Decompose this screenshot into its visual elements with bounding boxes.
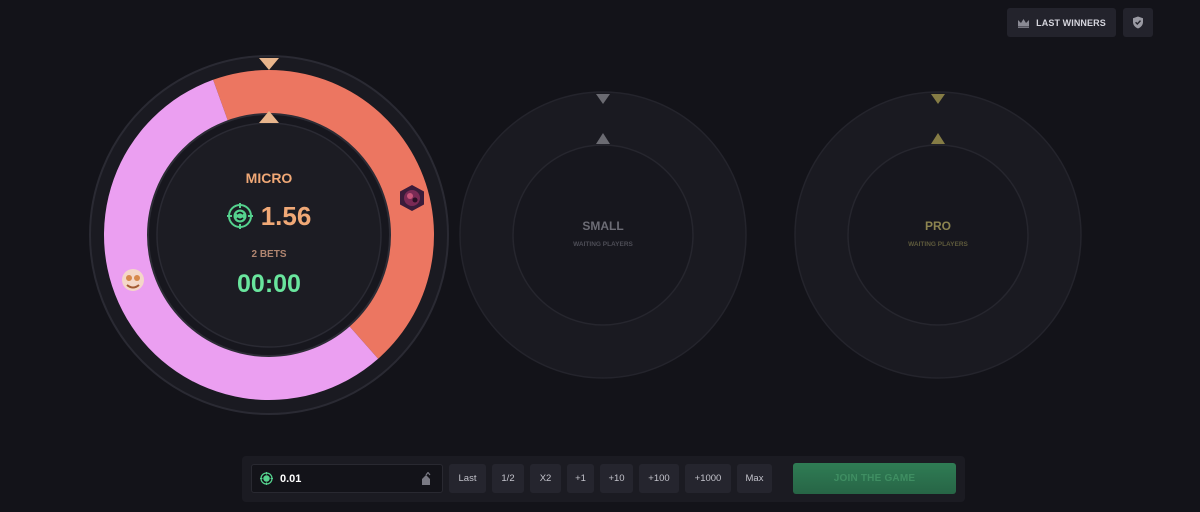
player-avatar-image bbox=[400, 185, 424, 211]
chip-half-button[interactable]: 1/2 bbox=[492, 464, 524, 493]
coins-icon bbox=[422, 472, 431, 485]
chip-double-button[interactable]: X2 bbox=[530, 464, 561, 493]
chip-last-button[interactable]: Last bbox=[449, 464, 486, 493]
micro-pot: 1.56 bbox=[199, 200, 339, 232]
micro-timer: 00:00 bbox=[237, 270, 301, 298]
chip-plus-100-button[interactable]: +100 bbox=[639, 464, 679, 493]
pro-wheel[interactable] bbox=[794, 91, 1082, 379]
small-room-status: WAITING PLAYERS bbox=[573, 241, 633, 248]
target-coin-icon bbox=[260, 472, 273, 485]
chip-max-button[interactable]: Max bbox=[737, 464, 772, 493]
micro-wheel[interactable] bbox=[89, 55, 449, 415]
player-avatar-image bbox=[119, 266, 147, 294]
target-coin-icon bbox=[226, 203, 253, 229]
game-page: LAST WINNERS MICRO 1.56 2 BETS 00:00 SMA… bbox=[0, 0, 1200, 512]
micro-pot-value: 1.56 bbox=[260, 200, 312, 231]
bet-amount-input[interactable]: 0.01 bbox=[251, 464, 443, 493]
pro-room-status: WAITING PLAYERS bbox=[908, 241, 968, 248]
chip-plus-1-button[interactable]: +1 bbox=[567, 464, 594, 493]
small-wheel[interactable] bbox=[459, 91, 747, 379]
micro-room-title: MICRO bbox=[245, 170, 293, 186]
chip-plus-10-button[interactable]: +10 bbox=[600, 464, 633, 493]
pro-room-title: PRO bbox=[924, 219, 951, 233]
small-room-title: SMALL bbox=[582, 219, 624, 233]
chip-plus-1000-button[interactable]: +1000 bbox=[685, 464, 731, 493]
wheels-layer bbox=[89, 55, 1082, 415]
join-game-button[interactable]: JOIN THE GAME bbox=[793, 463, 956, 494]
bet-amount-value: 0.01 bbox=[280, 472, 302, 485]
player-avatar[interactable] bbox=[118, 265, 148, 295]
player-avatar[interactable] bbox=[398, 184, 426, 212]
micro-bets-count: 2 BETS bbox=[251, 249, 287, 260]
